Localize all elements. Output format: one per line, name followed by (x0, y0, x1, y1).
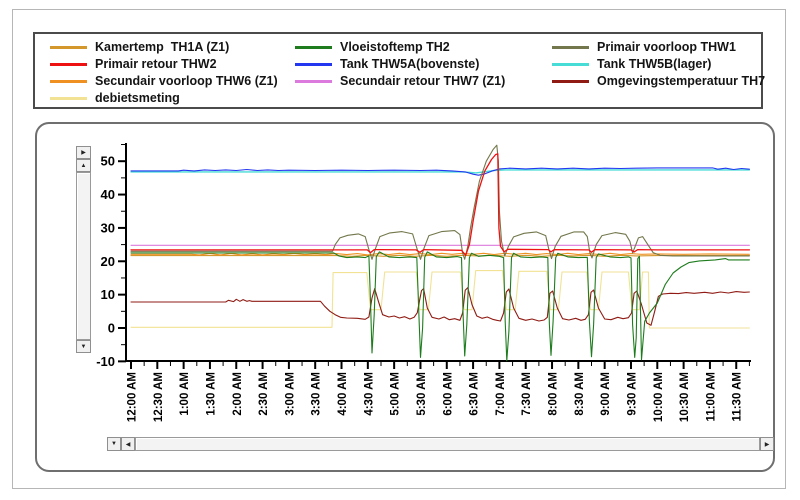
x-tick-label: 4:30 AM (363, 372, 375, 416)
x-tick-label: 10:00 AM (653, 372, 665, 422)
x-tick-label: 5:00 AM (390, 372, 402, 416)
x-tick-label: 3:30 AM (311, 372, 323, 416)
series-line (130, 144, 750, 260)
vertical-scrollbar-thumb[interactable] (76, 172, 91, 340)
y-tick-label: 10 (101, 287, 115, 302)
horizontal-axis-scrollbar[interactable]: ▼ ◀ ▶ (107, 437, 774, 451)
x-tick-label: 6:30 AM (469, 372, 481, 416)
series-line (130, 270, 750, 329)
x-tick-label: 12:30 AM (153, 372, 165, 422)
scroll-down-icon[interactable]: ▼ (107, 437, 121, 451)
y-tick-label: 40 (101, 187, 115, 202)
scroll-right-icon[interactable]: ▶ (76, 146, 91, 159)
x-tick-label: 11:00 AM (705, 372, 717, 421)
x-tick-label: 2:00 AM (232, 372, 244, 416)
x-tick-label: 1:30 AM (205, 372, 217, 416)
series-line (130, 251, 750, 362)
y-tick-label: 0 (108, 321, 115, 336)
x-tick-label: 1:00 AM (179, 372, 191, 416)
series-line (130, 287, 750, 326)
x-tick-label: 5:30 AM (416, 372, 428, 416)
x-tick-label: 9:30 AM (626, 372, 638, 416)
scroll-up-icon[interactable]: ▲ (76, 159, 91, 172)
x-tick-label: 7:00 AM (495, 372, 507, 416)
x-tick-label: 9:00 AM (600, 372, 612, 416)
x-tick-label: 8:00 AM (548, 372, 560, 416)
x-tick-label: 6:00 AM (442, 372, 454, 416)
scroll-left-icon[interactable]: ◀ (121, 437, 135, 451)
x-tick-label: 11:30 AM (732, 372, 744, 421)
y-tick-label: 30 (101, 220, 115, 235)
x-tick-label: 2:30 AM (258, 372, 270, 416)
scroll-down-icon[interactable]: ▼ (76, 340, 91, 353)
vertical-axis-scrollbar[interactable]: ▶ ▲ ▼ (76, 146, 91, 353)
x-tick-label: 7:30 AM (521, 372, 533, 416)
y-tick-label: 50 (101, 154, 115, 169)
y-tick-label: -10 (96, 354, 115, 369)
x-tick-label: 8:30 AM (574, 372, 586, 416)
x-tick-label: 3:00 AM (284, 372, 296, 416)
x-tick-label: 4:00 AM (337, 372, 349, 416)
series-line (130, 153, 751, 256)
horizontal-scrollbar-thumb[interactable] (135, 437, 760, 451)
series-line (130, 254, 750, 257)
y-tick-label: 20 (101, 254, 115, 269)
x-tick-label: 12:00 AM (127, 372, 139, 422)
x-tick-label: 10:30 AM (679, 372, 691, 422)
chart-canvas[interactable]: -10 0 10 20 30 40 50 12:00 AM 12:30 AM 1:00 AM 1:3… (0, 0, 800, 500)
scroll-right-icon[interactable]: ▶ (760, 437, 774, 451)
chart-application-window: Kamertemp TH1A (Z1) Vloeistoftemp TH2 Prim… (0, 0, 800, 500)
